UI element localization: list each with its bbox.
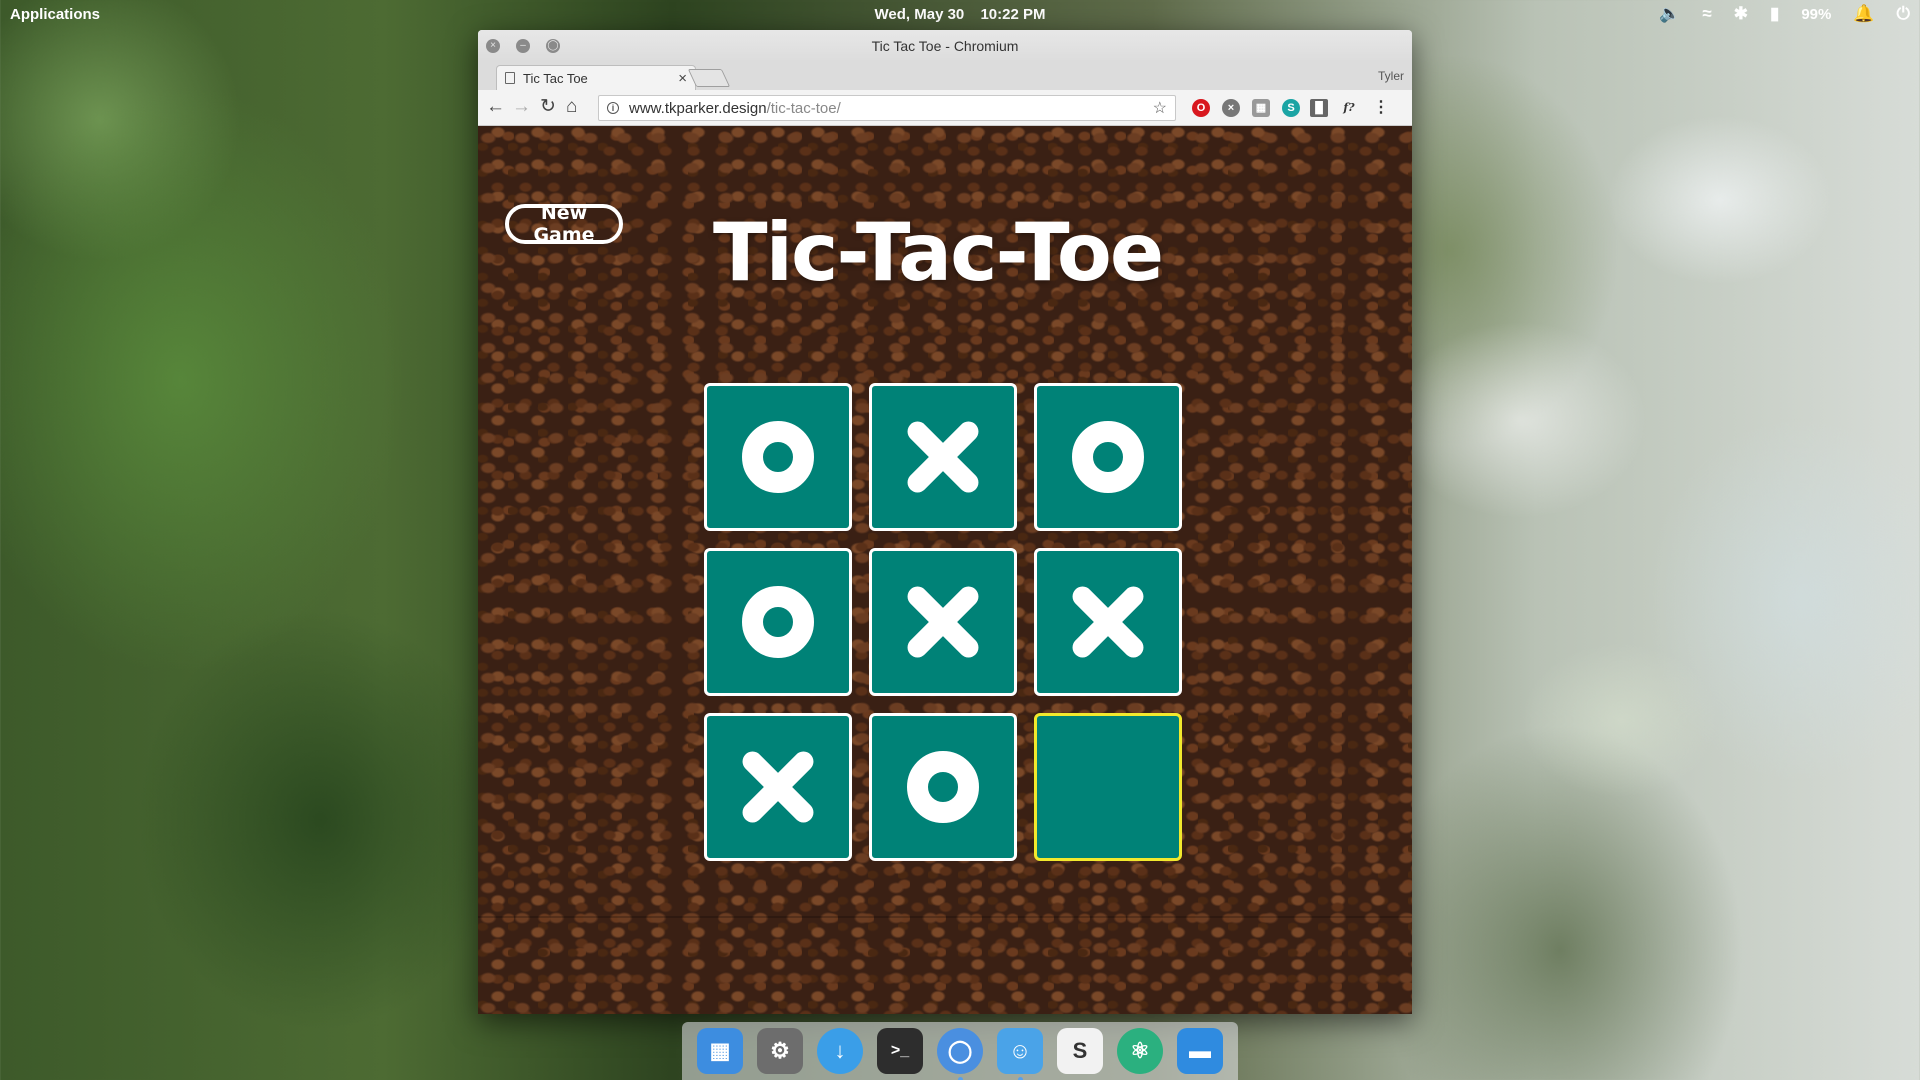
clock[interactable]: Wed, May 30 10:22 PM bbox=[0, 6, 1920, 23]
o-mark-icon bbox=[742, 421, 814, 493]
board-cell[interactable] bbox=[704, 383, 852, 531]
x-mark-icon bbox=[903, 417, 983, 497]
opera-extension-icon[interactable]: O bbox=[1192, 99, 1210, 117]
bluetooth-icon[interactable]: ✱ bbox=[1734, 4, 1748, 24]
appcenter-icon[interactable]: ↓ bbox=[817, 1028, 863, 1074]
status-indicators: 🔈 ≈ ✱ ▮ 99% 🔔 ⏻ bbox=[1659, 4, 1910, 24]
home-icon[interactable]: ⌂ bbox=[566, 97, 577, 117]
extension-icon[interactable]: ▦ bbox=[1252, 99, 1270, 117]
reader-extension-icon[interactable]: █ bbox=[1310, 99, 1328, 117]
menu-icon[interactable]: ⋮ bbox=[1372, 99, 1390, 117]
board-cell[interactable] bbox=[704, 713, 852, 861]
new-tab-button[interactable] bbox=[687, 69, 731, 87]
volume-icon[interactable]: 🔈 bbox=[1659, 4, 1680, 24]
bookmark-star-icon[interactable]: ☆ bbox=[1153, 98, 1167, 118]
blocker-extension-icon[interactable]: × bbox=[1222, 99, 1240, 117]
tab-label: Tic Tac Toe bbox=[523, 70, 588, 86]
url-path: /tic-tac-toe/ bbox=[766, 99, 841, 117]
clock-time: 10:22 PM bbox=[980, 6, 1046, 23]
x-mark-icon bbox=[1068, 582, 1148, 662]
board-cell[interactable] bbox=[704, 548, 852, 696]
profile-name[interactable]: Tyler bbox=[1378, 69, 1404, 83]
page-content: New Game Tic-Tac-Toe bbox=[478, 126, 1412, 1014]
fonts-extension-icon[interactable]: f? bbox=[1340, 99, 1358, 117]
o-mark-icon bbox=[1072, 421, 1144, 493]
board-cell[interactable] bbox=[1034, 383, 1182, 531]
reload-icon[interactable]: ↻ bbox=[540, 97, 556, 117]
tab-tic-tac-toe[interactable]: Tic Tac Toe × bbox=[496, 65, 696, 90]
dock: ▦ ⚙ ↓ >_ ◯ ☺ S ⚛ ▬ bbox=[682, 1022, 1238, 1080]
board-cell[interactable] bbox=[1034, 548, 1182, 696]
terminal-icon[interactable]: >_ bbox=[877, 1028, 923, 1074]
back-icon[interactable]: ← bbox=[486, 97, 505, 117]
notifications-icon[interactable]: 🔔 bbox=[1853, 4, 1874, 24]
site-info-icon[interactable]: i bbox=[607, 102, 619, 114]
x-mark-icon bbox=[738, 747, 818, 827]
board-cell[interactable] bbox=[869, 713, 1017, 861]
grammarly-extension-icon[interactable]: S bbox=[1282, 99, 1300, 117]
power-icon[interactable]: ⏻ bbox=[1897, 4, 1910, 24]
x-mark-icon bbox=[903, 582, 983, 662]
battery-icon[interactable]: ▮ bbox=[1770, 4, 1779, 24]
o-mark-icon bbox=[742, 586, 814, 658]
system-settings-icon[interactable]: ⚙ bbox=[757, 1028, 803, 1074]
page-icon bbox=[505, 72, 515, 84]
new-game-button[interactable]: New Game bbox=[505, 202, 623, 246]
battery-percent: 99% bbox=[1801, 5, 1832, 23]
board-cell[interactable] bbox=[869, 383, 1017, 531]
toolbar: ← → ↻ ⌂ i www.tkparker.design/tic-tac-to… bbox=[478, 90, 1412, 126]
game-board bbox=[704, 383, 1182, 861]
url-host: www.tkparker.design bbox=[629, 99, 767, 117]
o-mark-icon bbox=[907, 751, 979, 823]
board-cell[interactable] bbox=[1034, 713, 1182, 861]
titlebar[interactable]: × – ◯ Tic Tac Toe - Chromium bbox=[478, 30, 1412, 62]
slack-icon[interactable]: S bbox=[1057, 1028, 1103, 1074]
multitasking-view-icon[interactable]: ▦ bbox=[697, 1028, 743, 1074]
page-title: Tic-Tac-Toe bbox=[713, 206, 1164, 299]
files-icon[interactable]: ☺ bbox=[997, 1028, 1043, 1080]
chromium-icon[interactable]: ◯ bbox=[937, 1028, 983, 1080]
close-tab-icon[interactable]: × bbox=[678, 70, 687, 87]
clock-date: Wed, May 30 bbox=[874, 6, 965, 23]
address-bar[interactable]: i www.tkparker.design/tic-tac-toe/ ☆ bbox=[598, 95, 1176, 121]
top-panel: Applications Wed, May 30 10:22 PM 🔈 ≈ ✱ … bbox=[0, 0, 1920, 30]
board-cell[interactable] bbox=[869, 548, 1017, 696]
browser-window: × – ◯ Tic Tac Toe - Chromium Tic Tac Toe… bbox=[478, 30, 1412, 1014]
atom-icon[interactable]: ⚛ bbox=[1117, 1028, 1163, 1074]
tabstrip: Tic Tac Toe × Tyler bbox=[478, 62, 1412, 90]
notes-icon[interactable]: ▬ bbox=[1177, 1028, 1223, 1074]
window-title: Tic Tac Toe - Chromium bbox=[871, 38, 1019, 54]
forward-icon[interactable]: → bbox=[512, 97, 531, 117]
wifi-icon[interactable]: ≈ bbox=[1702, 4, 1711, 24]
